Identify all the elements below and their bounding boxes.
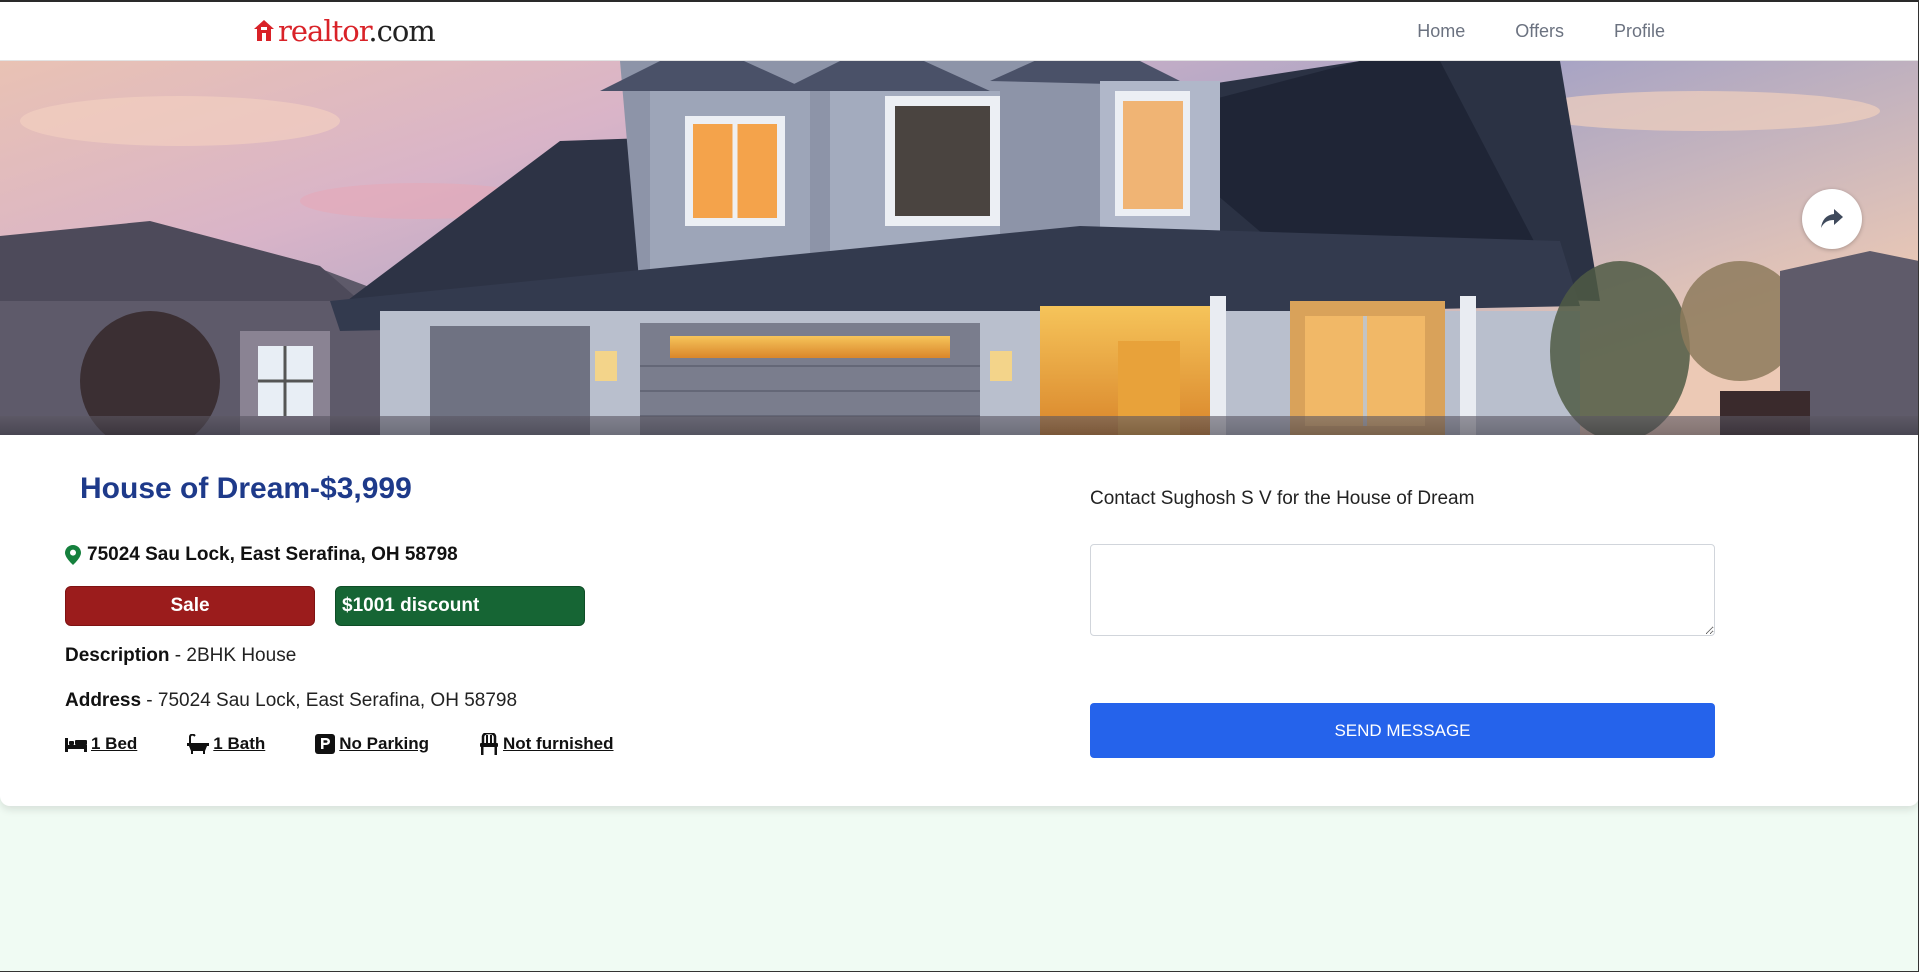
listing-hero-image <box>0 61 1919 435</box>
listing-card: House of Dream-$3,999 75024 Sau Lock, Ea… <box>0 435 1919 806</box>
bed-icon <box>65 738 87 752</box>
address-label: Address <box>65 690 142 711</box>
nav-profile[interactable]: Profile <box>1614 21 1665 42</box>
parking-icon <box>315 734 336 754</box>
listing-location: 75024 Sau Lock, East Serafina, OH 58798 <box>65 544 458 566</box>
address-row: Address - 75024 Sau Lock, East Serafina,… <box>65 690 517 712</box>
realtor-logo[interactable]: realtor.com <box>253 14 436 48</box>
send-message-button[interactable]: SEND MESSAGE <box>1090 703 1715 758</box>
sale-badge: Sale <box>65 586 315 626</box>
logo-wordmark: realtor.com <box>278 14 436 48</box>
feature-baths-label: 1 Bath <box>213 734 266 753</box>
feature-beds-label: 1 Bed <box>91 734 138 753</box>
description-label: Description <box>65 645 170 666</box>
description-row: Description - 2BHK House <box>65 645 296 667</box>
description-value: 2BHK House <box>186 645 297 666</box>
feature-baths[interactable]: 1 Bath <box>187 734 265 754</box>
contact-owner-label: Contact Sughosh S V for the House of Dre… <box>1090 488 1475 509</box>
feature-parking[interactable]: No Parking <box>315 734 429 754</box>
location-pin-icon <box>65 545 81 565</box>
bath-icon <box>187 734 210 754</box>
listing-title: House of Dream-$3,999 <box>80 472 412 505</box>
description-separator: - <box>169 645 187 666</box>
address-value: 75024 Sau Lock, East Serafina, OH 58798 <box>157 690 518 711</box>
house-logo-icon <box>254 20 274 41</box>
location-text: 75024 Sau Lock, East Serafina, OH 58798 <box>87 544 458 565</box>
feature-beds[interactable]: 1 Bed <box>65 734 137 754</box>
nav-home[interactable]: Home <box>1417 21 1465 42</box>
main-nav: Home Offers Profile <box>1417 21 1665 42</box>
house-photo <box>0 61 1919 435</box>
nav-offers[interactable]: Offers <box>1515 21 1564 42</box>
feature-parking-label: No Parking <box>339 734 430 753</box>
discount-badge: $1001 discount <box>335 586 585 626</box>
feature-list: 1 Bed 1 Bath No Parking Not furnished <box>65 733 664 755</box>
share-button[interactable] <box>1802 189 1862 249</box>
chair-icon <box>480 733 499 755</box>
feature-furnished-label: Not furnished <box>503 734 614 753</box>
feature-furnished[interactable]: Not furnished <box>479 733 614 755</box>
message-input[interactable] <box>1090 544 1715 636</box>
address-separator: - <box>141 690 158 711</box>
top-navbar: realtor.com Home Offers Profile <box>0 2 1919 61</box>
share-arrow-icon <box>1821 209 1843 228</box>
